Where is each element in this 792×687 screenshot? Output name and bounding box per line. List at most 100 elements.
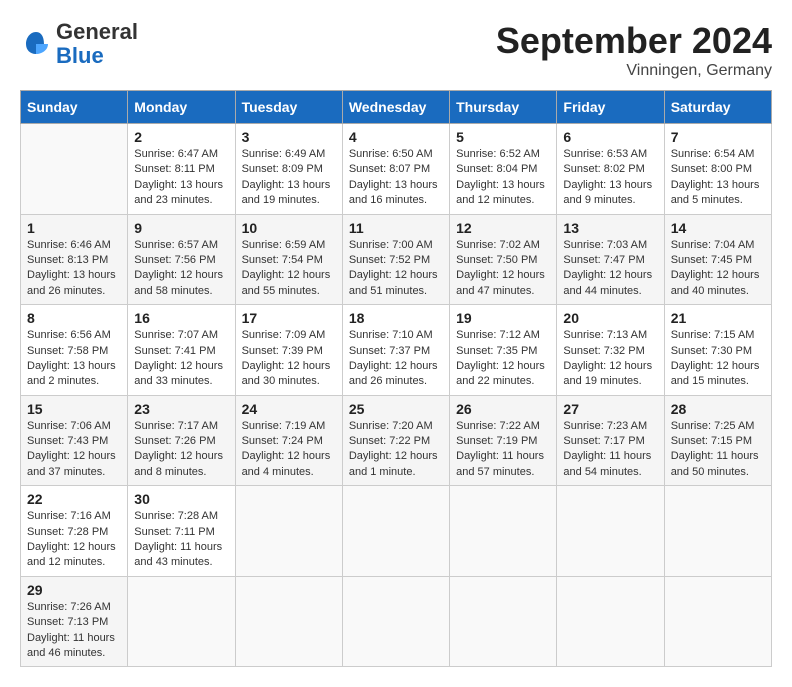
cell-details: Sunrise: 6:49 AM Sunset: 8:09 PM Dayligh… [242, 147, 336, 209]
day-number: 19 [456, 310, 550, 326]
calendar-cell: 24 Sunrise: 7:19 AM Sunset: 7:24 PM Dayli… [235, 395, 342, 486]
calendar-week-0: 2Sunrise: 6:47 AM Sunset: 8:11 PM Daylig… [21, 124, 772, 215]
calendar-cell [450, 486, 557, 577]
day-number: 26 [456, 401, 550, 417]
day-number: 10 [242, 220, 336, 236]
col-tuesday: Tuesday [235, 91, 342, 124]
calendar-cell: 8 Sunrise: 6:56 AM Sunset: 7:58 PM Daylig… [21, 305, 128, 396]
cell-details: Sunrise: 7:23 AM Sunset: 7:17 PM Dayligh… [563, 419, 657, 481]
cell-details: Sunrise: 6:46 AM Sunset: 8:13 PM Dayligh… [27, 238, 121, 300]
col-friday: Friday [557, 91, 664, 124]
day-number: 28 [671, 401, 765, 417]
day-number: 20 [563, 310, 657, 326]
day-number: 22 [27, 491, 121, 507]
day-number: 25 [349, 401, 443, 417]
day-number: 12 [456, 220, 550, 236]
calendar-cell: 15 Sunrise: 7:06 AM Sunset: 7:43 PM Dayli… [21, 395, 128, 486]
day-number: 18 [349, 310, 443, 326]
calendar-cell: 26 Sunrise: 7:22 AM Sunset: 7:19 PM Dayli… [450, 395, 557, 486]
cell-details: Sunrise: 7:19 AM Sunset: 7:24 PM Dayligh… [242, 419, 336, 481]
cell-details: Sunrise: 7:12 AM Sunset: 7:35 PM Dayligh… [456, 328, 550, 390]
calendar-cell [235, 486, 342, 577]
calendar-cell: 19 Sunrise: 7:12 AM Sunset: 7:35 PM Dayli… [450, 305, 557, 396]
cell-details: Sunrise: 7:09 AM Sunset: 7:39 PM Dayligh… [242, 328, 336, 390]
calendar-cell [342, 486, 449, 577]
cell-details: Sunrise: 7:17 AM Sunset: 7:26 PM Dayligh… [134, 419, 228, 481]
calendar-cell: 28 Sunrise: 7:25 AM Sunset: 7:15 PM Dayli… [664, 395, 771, 486]
day-number: 1 [27, 220, 121, 236]
cell-details: Sunrise: 6:53 AM Sunset: 8:02 PM Dayligh… [563, 147, 657, 209]
logo-general: General [56, 19, 138, 44]
cell-details: Sunrise: 6:57 AM Sunset: 7:56 PM Dayligh… [134, 238, 228, 300]
calendar-cell: 13Sunrise: 7:03 AM Sunset: 7:47 PM Dayli… [557, 214, 664, 305]
day-number: 13 [563, 220, 657, 236]
day-number: 24 [242, 401, 336, 417]
calendar-cell: 3 Sunrise: 6:49 AM Sunset: 8:09 PM Daylig… [235, 124, 342, 215]
cell-details: Sunrise: 7:02 AM Sunset: 7:50 PM Dayligh… [456, 238, 550, 300]
col-wednesday: Wednesday [342, 91, 449, 124]
calendar-cell: 25Sunrise: 7:20 AM Sunset: 7:22 PM Dayli… [342, 395, 449, 486]
calendar-cell [342, 576, 449, 667]
logo-text: General Blue [56, 20, 138, 68]
col-thursday: Thursday [450, 91, 557, 124]
logo-blue: Blue [56, 43, 104, 68]
calendar-cell: 23 Sunrise: 7:17 AM Sunset: 7:26 PM Dayli… [128, 395, 235, 486]
calendar-week-2: 8 Sunrise: 6:56 AM Sunset: 7:58 PM Daylig… [21, 305, 772, 396]
day-number: 15 [27, 401, 121, 417]
calendar-cell: 29Sunrise: 7:26 AM Sunset: 7:13 PM Dayli… [21, 576, 128, 667]
cell-details: Sunrise: 7:00 AM Sunset: 7:52 PM Dayligh… [349, 238, 443, 300]
cell-details: Sunrise: 6:54 AM Sunset: 8:00 PM Dayligh… [671, 147, 765, 209]
calendar-cell: 6 Sunrise: 6:53 AM Sunset: 8:02 PM Daylig… [557, 124, 664, 215]
day-number: 16 [134, 310, 228, 326]
cell-details: Sunrise: 6:59 AM Sunset: 7:54 PM Dayligh… [242, 238, 336, 300]
day-number: 5 [456, 129, 550, 145]
cell-details: Sunrise: 7:07 AM Sunset: 7:41 PM Dayligh… [134, 328, 228, 390]
calendar-cell: 20 Sunrise: 7:13 AM Sunset: 7:32 PM Dayli… [557, 305, 664, 396]
col-saturday: Saturday [664, 91, 771, 124]
day-number: 7 [671, 129, 765, 145]
calendar-cell: 11Sunrise: 7:00 AM Sunset: 7:52 PM Dayli… [342, 214, 449, 305]
calendar-cell [128, 576, 235, 667]
cell-details: Sunrise: 7:25 AM Sunset: 7:15 PM Dayligh… [671, 419, 765, 481]
day-number: 23 [134, 401, 228, 417]
cell-details: Sunrise: 7:13 AM Sunset: 7:32 PM Dayligh… [563, 328, 657, 390]
calendar-cell: 5 Sunrise: 6:52 AM Sunset: 8:04 PM Daylig… [450, 124, 557, 215]
calendar-cell: 9 Sunrise: 6:57 AM Sunset: 7:56 PM Daylig… [128, 214, 235, 305]
cell-details: Sunrise: 6:52 AM Sunset: 8:04 PM Dayligh… [456, 147, 550, 209]
calendar-week-5: 29Sunrise: 7:26 AM Sunset: 7:13 PM Dayli… [21, 576, 772, 667]
calendar-week-4: 22Sunrise: 7:16 AM Sunset: 7:28 PM Dayli… [21, 486, 772, 577]
day-number: 8 [27, 310, 121, 326]
cell-details: Sunrise: 7:15 AM Sunset: 7:30 PM Dayligh… [671, 328, 765, 390]
calendar-cell: 27 Sunrise: 7:23 AM Sunset: 7:17 PM Dayli… [557, 395, 664, 486]
cell-details: Sunrise: 7:26 AM Sunset: 7:13 PM Dayligh… [27, 600, 121, 662]
cell-details: Sunrise: 6:47 AM Sunset: 8:11 PM Dayligh… [134, 147, 228, 209]
logo-icon [20, 28, 52, 60]
month-title: September 2024 [496, 20, 772, 62]
calendar-cell: 12 Sunrise: 7:02 AM Sunset: 7:50 PM Dayli… [450, 214, 557, 305]
calendar-cell: 21 Sunrise: 7:15 AM Sunset: 7:30 PM Dayli… [664, 305, 771, 396]
calendar-cell: 10 Sunrise: 6:59 AM Sunset: 7:54 PM Dayli… [235, 214, 342, 305]
cell-details: Sunrise: 7:04 AM Sunset: 7:45 PM Dayligh… [671, 238, 765, 300]
day-number: 3 [242, 129, 336, 145]
calendar-cell [21, 124, 128, 215]
header-row: Sunday Monday Tuesday Wednesday Thursday… [21, 91, 772, 124]
calendar-cell [664, 576, 771, 667]
col-sunday: Sunday [21, 91, 128, 124]
cell-details: Sunrise: 7:06 AM Sunset: 7:43 PM Dayligh… [27, 419, 121, 481]
cell-details: Sunrise: 7:22 AM Sunset: 7:19 PM Dayligh… [456, 419, 550, 481]
day-number: 9 [134, 220, 228, 236]
calendar-cell [664, 486, 771, 577]
cell-details: Sunrise: 6:50 AM Sunset: 8:07 PM Dayligh… [349, 147, 443, 209]
day-number: 27 [563, 401, 657, 417]
col-monday: Monday [128, 91, 235, 124]
calendar-week-3: 15 Sunrise: 7:06 AM Sunset: 7:43 PM Dayli… [21, 395, 772, 486]
calendar-cell: 17Sunrise: 7:09 AM Sunset: 7:39 PM Dayli… [235, 305, 342, 396]
day-number: 6 [563, 129, 657, 145]
location-title: Vinningen, Germany [496, 62, 772, 80]
cell-details: Sunrise: 7:10 AM Sunset: 7:37 PM Dayligh… [349, 328, 443, 390]
day-number: 21 [671, 310, 765, 326]
calendar-cell: 2Sunrise: 6:47 AM Sunset: 8:11 PM Daylig… [128, 124, 235, 215]
day-number: 14 [671, 220, 765, 236]
calendar-week-1: 1 Sunrise: 6:46 AM Sunset: 8:13 PM Daylig… [21, 214, 772, 305]
cell-details: Sunrise: 6:56 AM Sunset: 7:58 PM Dayligh… [27, 328, 121, 390]
